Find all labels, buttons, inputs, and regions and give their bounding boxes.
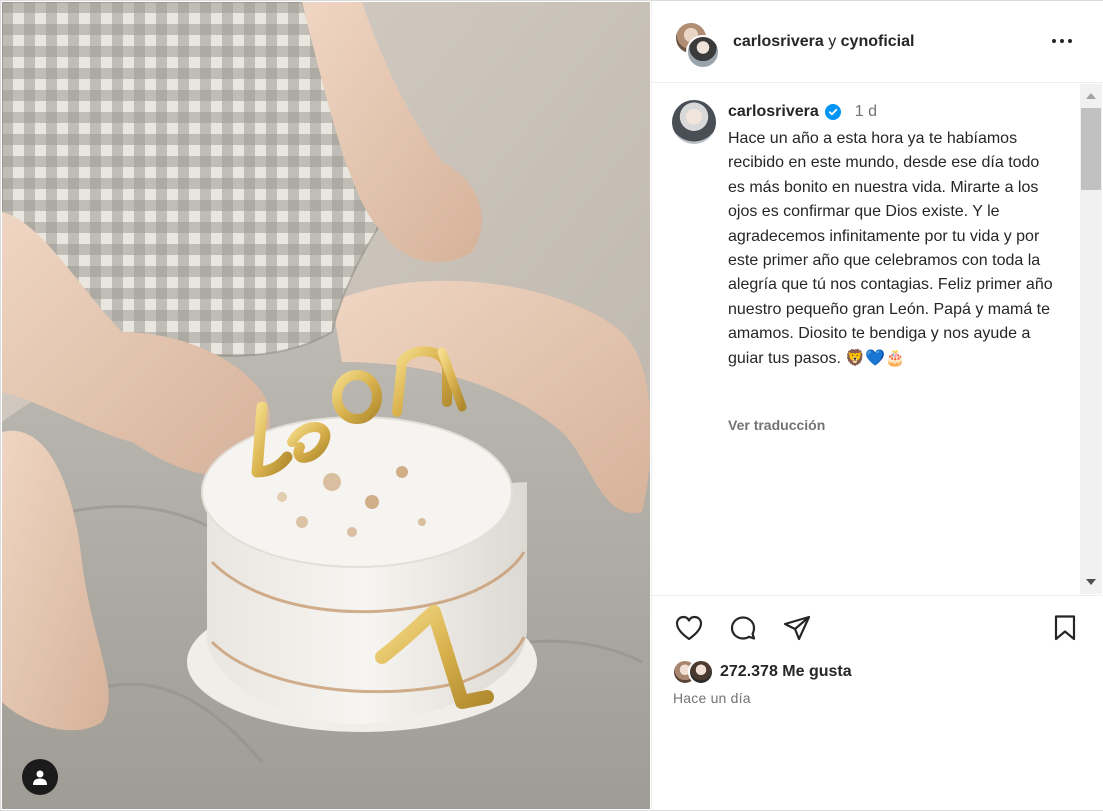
scrollbar-thumb[interactable] <box>1081 108 1101 190</box>
more-horizontal-icon <box>1052 39 1056 43</box>
collab-avatars[interactable] <box>674 21 720 69</box>
verified-badge-icon <box>824 104 841 120</box>
caption-header: carlosrivera 1 d <box>728 103 877 121</box>
caption-username[interactable]: carlosrivera <box>728 103 819 121</box>
more-options-button[interactable] <box>1052 34 1076 48</box>
avatar <box>688 659 714 685</box>
user-tag-icon <box>33 770 47 785</box>
caption-text: Hace un año a esta hora ya te habíamos r… <box>728 130 1053 367</box>
likes-count[interactable]: 272.378 Me gusta <box>720 663 852 681</box>
scroll-up-icon[interactable] <box>1086 93 1096 99</box>
coauthor-link[interactable]: cynoficial <box>841 33 915 50</box>
save-button[interactable] <box>1050 613 1080 643</box>
caption-time[interactable]: 1 d <box>855 103 877 121</box>
like-button[interactable] <box>674 613 704 643</box>
post-header: carlosrivera y cynoficial <box>652 1 1103 83</box>
bookmark-icon <box>1054 615 1076 641</box>
comments-area[interactable]: carlosrivera 1 d Hace un año a esta hora… <box>652 84 1103 596</box>
scroll-down-icon[interactable] <box>1086 579 1096 585</box>
heart-icon <box>675 615 703 641</box>
author-link[interactable]: carlosrivera <box>733 33 824 50</box>
likes-row[interactable]: 272.378 Me gusta <box>672 657 852 687</box>
more-horizontal-icon <box>1060 39 1064 43</box>
more-horizontal-icon <box>1068 39 1072 43</box>
post-photo[interactable] <box>2 2 650 809</box>
post-authors: carlosrivera y cynoficial <box>733 33 914 51</box>
action-bar <box>652 597 1103 657</box>
send-icon <box>783 615 811 641</box>
user-tag-button[interactable] <box>22 759 58 795</box>
cake-photo-illustration <box>2 2 650 809</box>
post-side-panel: carlosrivera y cynoficial carlosrivera 1… <box>651 1 1103 810</box>
avatar <box>686 35 720 69</box>
authors-connector: y <box>828 33 837 50</box>
post-timestamp[interactable]: Hace un día <box>673 690 751 706</box>
avatar[interactable] <box>672 100 716 144</box>
comment-button[interactable] <box>728 613 758 643</box>
see-translation-link[interactable]: Ver traducción <box>728 417 825 433</box>
share-button[interactable] <box>782 613 812 643</box>
comment-icon <box>730 616 756 640</box>
comments-scrollbar[interactable] <box>1080 84 1102 594</box>
